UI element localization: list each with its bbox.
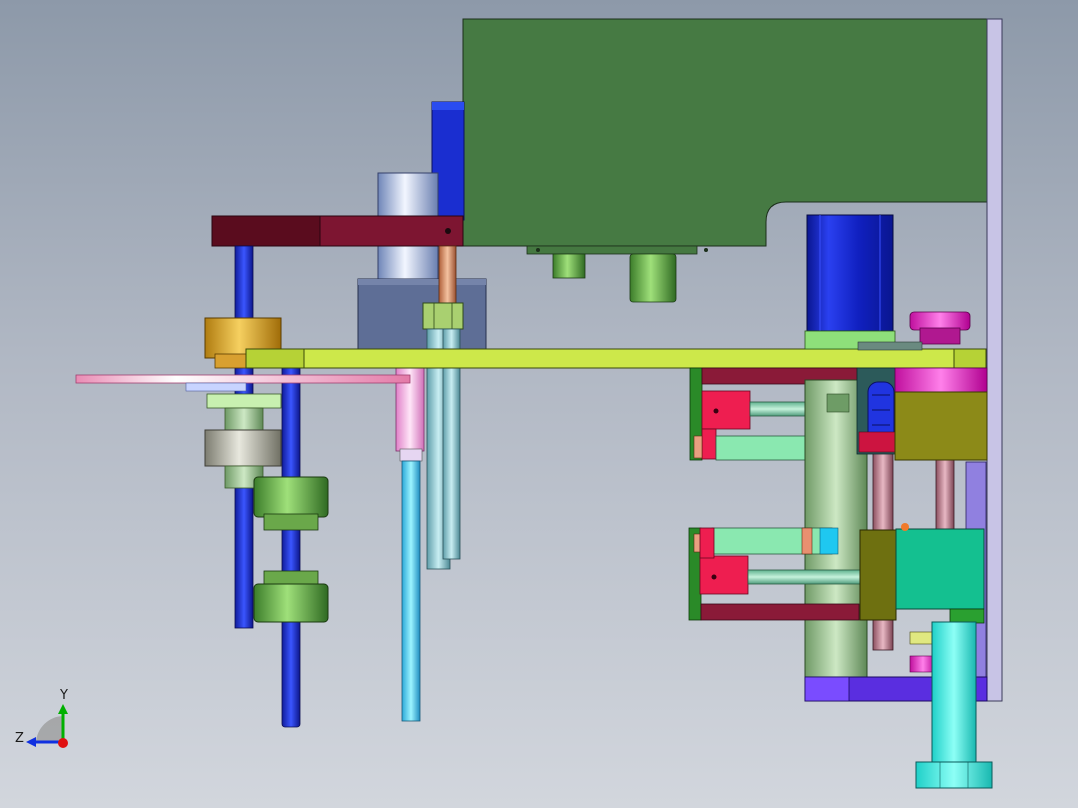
pink-strip[interactable] [75,374,411,384]
bracket-top [857,341,923,351]
graphics-viewport[interactable]: Y Z [0,0,1078,808]
copper-rod[interactable] [438,245,457,305]
cyan-rod[interactable] [401,460,421,722]
lime-plate[interactable] [245,348,987,369]
sleeve-collar [399,448,423,462]
column-collar [826,393,850,413]
side-plate[interactable] [986,18,1003,702]
blue-motor[interactable] [804,214,896,350]
triad-z-label: Z [15,731,24,746]
hex-nut[interactable] [422,302,464,330]
blue-rod-right[interactable] [281,364,301,728]
triad-origin [58,738,68,748]
blue-washer [185,382,247,392]
green-pulley-lower[interactable] [253,570,329,623]
teal-block-lower[interactable] [859,523,985,624]
triad-y-label: Y [60,688,68,703]
cad-assembly-view[interactable] [0,0,1078,808]
green-housing[interactable] [462,18,988,255]
magenta-knob-upper[interactable] [909,311,971,345]
coordinate-triad [26,704,68,748]
blue-block-cap [432,102,464,110]
rose-rod-right[interactable] [935,459,955,531]
blue-gear[interactable] [856,367,900,455]
olive-block-upper[interactable] [894,367,988,461]
maroon-arm[interactable] [211,215,464,247]
left-spindle-stack[interactable] [204,393,282,489]
right-lower-gripper[interactable] [688,527,861,621]
housing-pins [552,253,677,303]
green-pulley-upper[interactable] [253,476,329,531]
